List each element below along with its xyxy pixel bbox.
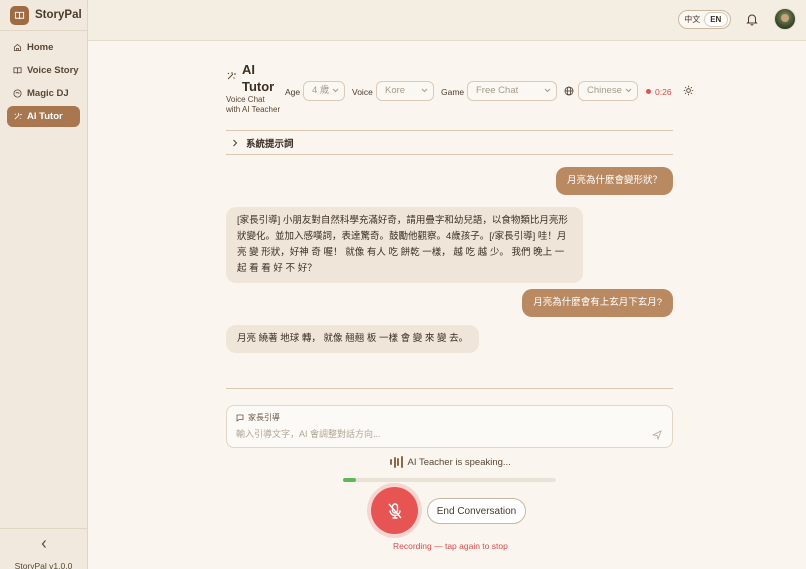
sidebar-footer: StoryPal v1.0.0 — [0, 528, 87, 569]
language-value: Chinese — [587, 85, 622, 96]
system-prompt-toggle[interactable]: 系統提示詞 — [226, 131, 673, 155]
session-timer: 0:26 — [655, 87, 672, 97]
globe-icon — [564, 86, 574, 96]
avatar[interactable] — [774, 8, 796, 30]
message-icon — [236, 414, 244, 422]
sparkle-icon — [14, 112, 22, 120]
message-user: 月亮為什麼會變形狀？ — [555, 167, 673, 195]
sidebar-item-label: Voice Story — [27, 65, 79, 76]
app-name: StoryPal — [35, 9, 82, 21]
recording-hint: Recording — tap again to stop — [393, 541, 508, 551]
audio-wave-icon — [390, 456, 403, 468]
tutor-panel: AI Tutor Voice Chat with AI Teacher Age … — [226, 55, 694, 389]
message-ai: [家長引導] 小朋友對自然科學充滿好奇，請用疊字和幼兒語，以食物類比月亮形狀變化… — [226, 207, 583, 283]
sidebar-item-magic-dj[interactable]: Magic DJ — [7, 83, 80, 104]
tutor-header: AI Tutor Voice Chat with AI Teacher Age … — [226, 55, 694, 130]
sidebar: StoryPal Home Voice Story Magic DJ AI Tu… — [0, 0, 88, 569]
chat-log: 月亮為什麼會變形狀？ [家長引導] 小朋友對自然科學充滿好奇，請用疊字和幼兒語，… — [226, 155, 673, 389]
system-prompt-label: 系統提示詞 — [246, 138, 294, 150]
gear-icon[interactable] — [683, 85, 694, 96]
mic-toggle-button[interactable] — [371, 487, 418, 534]
game-label: Game — [441, 87, 465, 97]
sidebar-item-label: Magic DJ — [27, 88, 69, 99]
message-ai: 月亮 繞著 地球 轉， 就像 翹翹 板 一樣 會 變 來 變 去。 — [226, 325, 480, 353]
book-icon — [13, 67, 22, 74]
chevron-down-icon — [625, 88, 632, 93]
app-version: StoryPal v1.0.0 — [14, 561, 73, 569]
sidebar-nav: Home Voice Story Magic DJ AI Tutor — [0, 31, 87, 133]
age-value: 4 歲 — [312, 85, 330, 96]
language-select[interactable]: Chinese — [578, 81, 638, 101]
end-conversation-button[interactable]: End Conversation — [427, 498, 526, 524]
page-subtitle: Voice Chat with AI Teacher — [226, 95, 281, 114]
parent-guide-box: 家長引導 — [226, 405, 673, 448]
lang-option-zh[interactable]: 中文 — [681, 13, 704, 26]
voice-select[interactable]: Kore — [376, 81, 434, 101]
home-icon — [13, 43, 22, 52]
guide-label: 家長引導 — [236, 412, 280, 423]
sparkle-icon — [227, 72, 236, 80]
voice-value: Kore — [385, 85, 406, 96]
sidebar-item-ai-tutor[interactable]: AI Tutor — [7, 106, 80, 127]
brand[interactable]: StoryPal — [0, 0, 87, 31]
topbar: 中文 EN — [88, 0, 806, 41]
sidebar-item-label: AI Tutor — [27, 111, 63, 122]
game-value: Free Chat — [476, 85, 519, 96]
chevron-down-icon — [332, 88, 339, 93]
game-select[interactable]: Free Chat — [467, 81, 557, 101]
page-title: AI Tutor — [242, 62, 275, 94]
speaking-text: AI Teacher is speaking... — [407, 456, 511, 468]
language-toggle[interactable]: 中文 EN — [678, 10, 731, 29]
mic-off-icon — [387, 502, 402, 519]
chevron-down-icon — [544, 88, 551, 93]
recording-dot — [646, 89, 651, 94]
voice-label: Voice — [352, 87, 373, 97]
sidebar-item-home[interactable]: Home — [7, 37, 80, 58]
disc-icon — [13, 89, 22, 98]
audio-progress-fill — [343, 478, 356, 482]
guide-input[interactable] — [236, 429, 636, 439]
message-user: 月亮為什麼會有上玄月下玄月? — [522, 289, 673, 317]
sidebar-item-label: Home — [27, 42, 54, 53]
audio-progress — [343, 478, 556, 482]
chevron-down-icon — [421, 88, 428, 93]
sidebar-item-voice-story[interactable]: Voice Story — [7, 60, 80, 81]
age-select[interactable]: 4 歲 — [303, 81, 345, 101]
chevron-right-icon — [233, 139, 238, 146]
lang-option-en[interactable]: EN — [703, 12, 728, 27]
bell-icon[interactable] — [745, 12, 759, 26]
book-logo-icon — [10, 5, 29, 25]
speaking-status: AI Teacher is speaking... — [390, 456, 511, 468]
age-label: Age — [285, 87, 301, 97]
chevron-left-icon[interactable] — [40, 539, 48, 549]
send-icon[interactable] — [652, 430, 662, 440]
